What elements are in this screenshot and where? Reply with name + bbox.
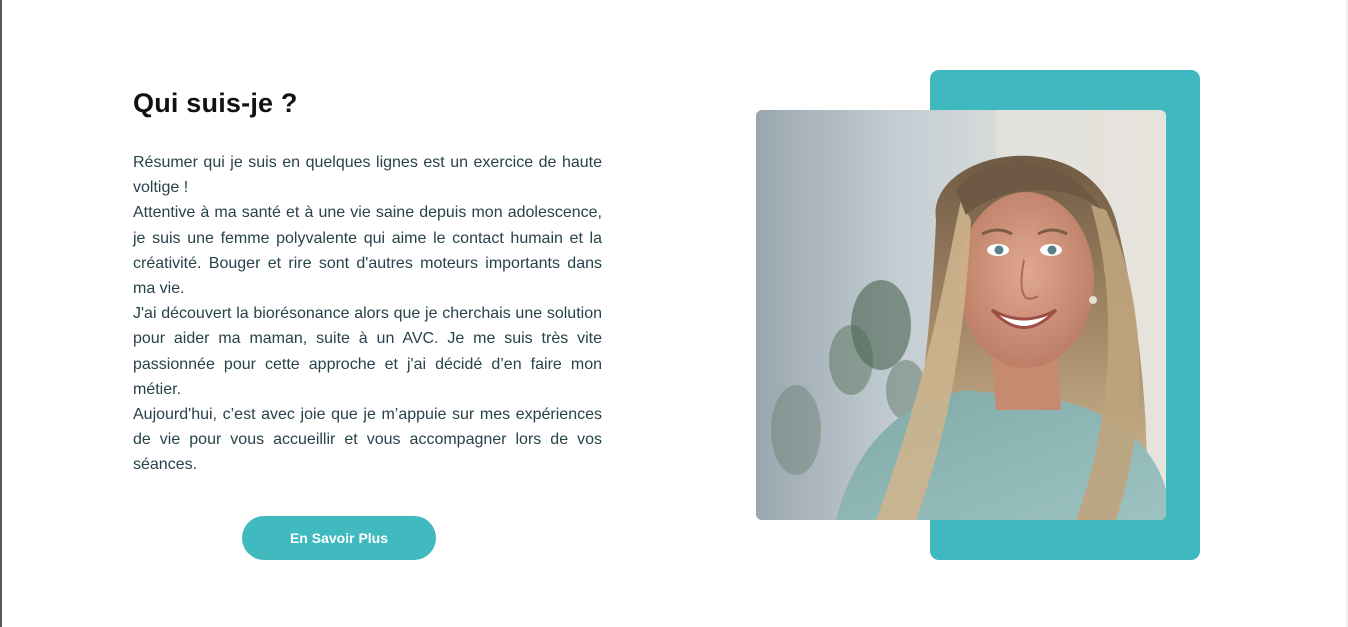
viewport-left-border (0, 0, 2, 627)
learn-more-button[interactable]: En Savoir Plus (242, 516, 436, 560)
section-title: Qui suis-je ? (133, 88, 298, 118)
bio-paragraph-4: Aujourd'hui, c’est avec joie que je m’ap… (133, 406, 602, 474)
bio-paragraph-1: Résumer qui je suis en quelques lignes e… (133, 154, 602, 197)
bio-paragraph-2: Attentive à ma santé et à une vie saine … (133, 204, 602, 298)
bio-text: Résumer qui je suis en quelques lignes e… (133, 150, 602, 478)
bio-paragraph-3: J'ai découvert la biorésonance alors que… (133, 305, 602, 398)
portrait-photo (756, 110, 1166, 520)
